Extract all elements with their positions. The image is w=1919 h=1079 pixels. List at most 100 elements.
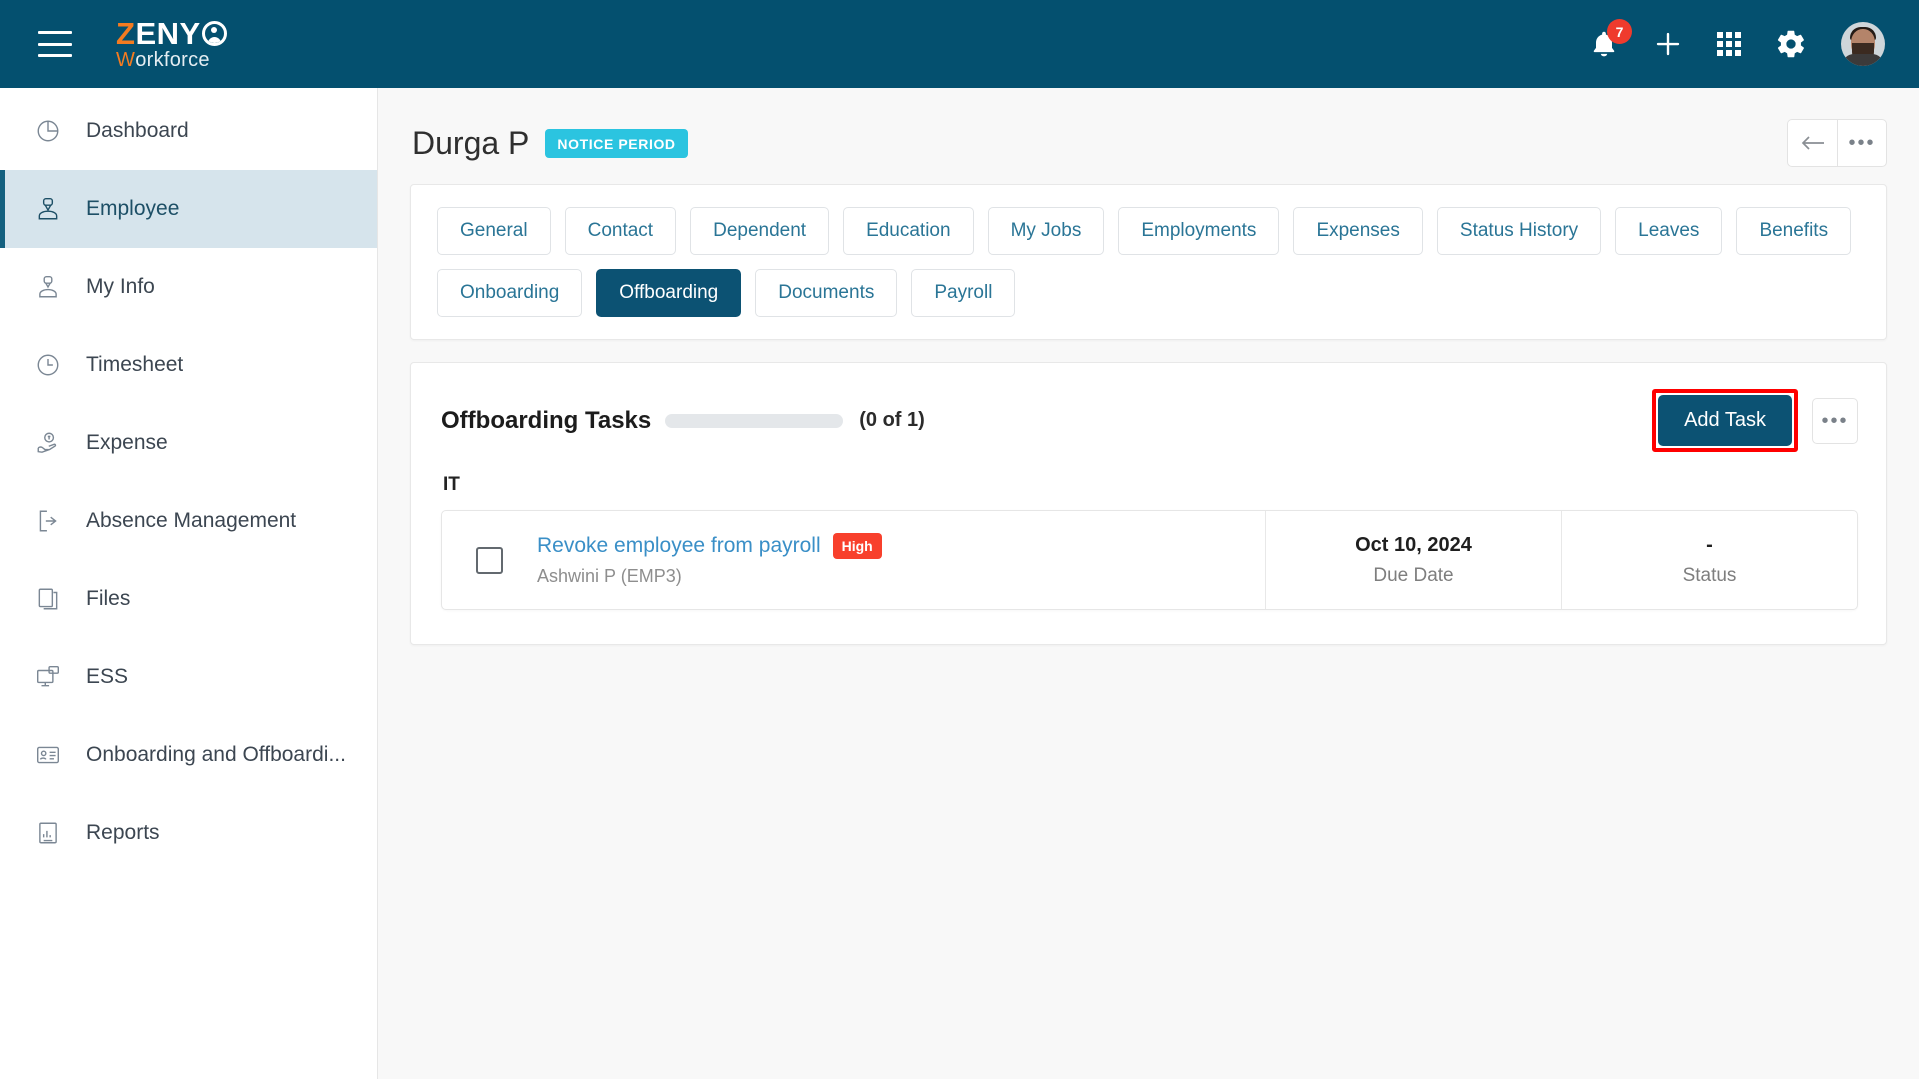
- tab-onboarding[interactable]: Onboarding: [437, 269, 583, 317]
- tab-row-secondary: Onboarding Offboarding Documents Payroll: [437, 269, 1862, 317]
- task-assignee: Ashwini P (EMP3): [537, 566, 682, 586]
- tasks-header: Offboarding Tasks (0 of 1) Add Task •••: [441, 389, 1858, 452]
- sidebar-item-timesheet[interactable]: Timesheet: [0, 326, 377, 404]
- id-card-icon: [28, 742, 68, 768]
- tab-offboarding[interactable]: Offboarding: [596, 269, 742, 317]
- header-actions: 7: [1589, 19, 1885, 66]
- gear-icon: [1777, 30, 1804, 58]
- tab-leaves[interactable]: Leaves: [1615, 207, 1723, 255]
- sidebar-item-onboarding-offboarding[interactable]: Onboarding and Offboardi...: [0, 716, 377, 794]
- sidebar-item-label: My Info: [86, 275, 155, 298]
- page-more-button[interactable]: •••: [1837, 119, 1887, 167]
- back-arrow-icon: [1801, 136, 1824, 150]
- tasks-count: (0 of 1): [859, 409, 925, 431]
- sidebar-item-label: Onboarding and Offboardi...: [86, 743, 346, 766]
- tab-benefits[interactable]: Benefits: [1736, 207, 1852, 255]
- logo-text-z: Z: [116, 16, 136, 51]
- tasks-title: Offboarding Tasks: [441, 406, 652, 434]
- offboarding-tasks-card: Offboarding Tasks (0 of 1) Add Task •••: [410, 362, 1887, 645]
- task-main-cell: Revoke employee from payroll High Ashwin…: [442, 511, 1265, 609]
- grid-apps-icon: [1717, 32, 1741, 56]
- sidebar-item-reports[interactable]: Reports: [0, 794, 377, 872]
- clock-icon: [28, 352, 68, 378]
- sidebar-item-label: Reports: [86, 821, 160, 844]
- task-group-label: IT: [443, 474, 460, 495]
- avatar-body: [1842, 54, 1884, 66]
- exit-door-icon: [28, 508, 68, 534]
- task-status-label: Status: [1682, 564, 1737, 586]
- tasks-actions: Add Task •••: [1652, 389, 1858, 452]
- sidebar-item-label: Dashboard: [86, 119, 189, 142]
- tab-employments[interactable]: Employments: [1118, 207, 1280, 255]
- sidebar-item-label: Absence Management: [86, 509, 297, 532]
- more-dots-icon: •••: [1848, 132, 1876, 154]
- notifications-button[interactable]: 7: [1589, 19, 1632, 61]
- task-status-cell: - Status: [1561, 511, 1857, 609]
- settings-button[interactable]: [1775, 28, 1807, 60]
- task-priority-badge: High: [832, 533, 882, 559]
- tab-payroll[interactable]: Payroll: [911, 269, 1016, 317]
- task-due-date-value: Oct 10, 2024: [1355, 533, 1472, 556]
- status-badge: NOTICE PERIOD: [545, 128, 688, 158]
- ess-monitor-icon: [28, 664, 68, 690]
- pie-chart-icon: [28, 118, 68, 144]
- tab-contact[interactable]: Contact: [564, 207, 677, 255]
- tab-documents[interactable]: Documents: [755, 269, 898, 317]
- tab-education[interactable]: Education: [843, 207, 974, 255]
- apps-button[interactable]: [1717, 32, 1741, 56]
- task-due-date-label: Due Date: [1373, 564, 1454, 586]
- page-header: Durga P NOTICE PERIOD •••: [410, 114, 1887, 172]
- plus-icon: [1656, 32, 1680, 56]
- add-task-highlight: Add Task: [1652, 389, 1798, 452]
- task-text-block: Revoke employee from payroll High Ashwin…: [537, 533, 882, 587]
- tab-my-jobs[interactable]: My Jobs: [987, 207, 1105, 255]
- employee-tabs-card: General Contact Dependent Education My J…: [410, 184, 1887, 340]
- page-title: Durga P: [412, 124, 530, 161]
- my-info-icon: [28, 274, 68, 300]
- sidebar-item-expense[interactable]: Expense: [0, 404, 377, 482]
- zenyo-workforce-logo: Z ENY W orkforce: [116, 18, 227, 70]
- logo-text-w: W: [116, 49, 136, 71]
- tab-expenses[interactable]: Expenses: [1293, 207, 1423, 255]
- sidebar-item-my-info[interactable]: My Info: [0, 248, 377, 326]
- app-header: Z ENY W orkforce 7: [0, 0, 1919, 88]
- sidebar-item-label: Timesheet: [86, 353, 184, 376]
- tab-status-history[interactable]: Status History: [1436, 207, 1602, 255]
- tab-row-primary: General Contact Dependent Education My J…: [437, 207, 1862, 255]
- files-icon: [28, 586, 68, 612]
- reports-icon: [28, 820, 68, 846]
- sidebar-item-dashboard[interactable]: Dashboard: [0, 92, 377, 170]
- person-circle-icon: [201, 21, 227, 46]
- sidebar-item-employee[interactable]: Employee: [0, 170, 377, 248]
- task-title-line: Revoke employee from payroll High: [537, 533, 882, 559]
- sidebar-item-label: ESS: [86, 665, 129, 688]
- tasks-more-button[interactable]: •••: [1812, 397, 1858, 444]
- app-root: Z ENY W orkforce 7 Dashboard Employee My…: [0, 0, 1919, 1079]
- sidebar-item-ess[interactable]: ESS: [0, 638, 377, 716]
- sidebar-item-label: Expense: [86, 431, 168, 454]
- page-header-actions: •••: [1787, 119, 1887, 167]
- logo-text-eny: ENY: [135, 16, 201, 51]
- tab-dependent[interactable]: Dependent: [690, 207, 830, 255]
- main-content: Durga P NOTICE PERIOD ••• General Contac…: [378, 88, 1919, 1079]
- sidebar-item-absence-management[interactable]: Absence Management: [0, 482, 377, 560]
- add-new-button[interactable]: [1653, 27, 1683, 61]
- table-row[interactable]: Revoke employee from payroll High Ashwin…: [441, 510, 1858, 610]
- back-button[interactable]: [1787, 119, 1837, 167]
- task-title-link[interactable]: Revoke employee from payroll: [537, 534, 821, 558]
- sidebar-nav: Dashboard Employee My Info Timesheet Exp…: [0, 88, 378, 1079]
- employee-icon: [28, 196, 68, 222]
- add-task-button[interactable]: Add Task: [1658, 395, 1792, 446]
- user-avatar[interactable]: [1841, 22, 1885, 66]
- task-due-date-cell: Oct 10, 2024 Due Date: [1265, 511, 1561, 609]
- task-checkbox[interactable]: [476, 546, 503, 574]
- tasks-progress-bar: [665, 413, 844, 428]
- expense-hand-icon: [28, 430, 68, 456]
- logo-text-orkforce: orkforce: [135, 49, 210, 71]
- tab-general[interactable]: General: [437, 207, 551, 255]
- sidebar-item-label: Files: [86, 587, 131, 610]
- body-wrapper: Dashboard Employee My Info Timesheet Exp…: [0, 88, 1919, 1079]
- task-status-value: -: [1706, 533, 1713, 556]
- sidebar-item-files[interactable]: Files: [0, 560, 377, 638]
- hamburger-menu-icon[interactable]: [38, 31, 72, 57]
